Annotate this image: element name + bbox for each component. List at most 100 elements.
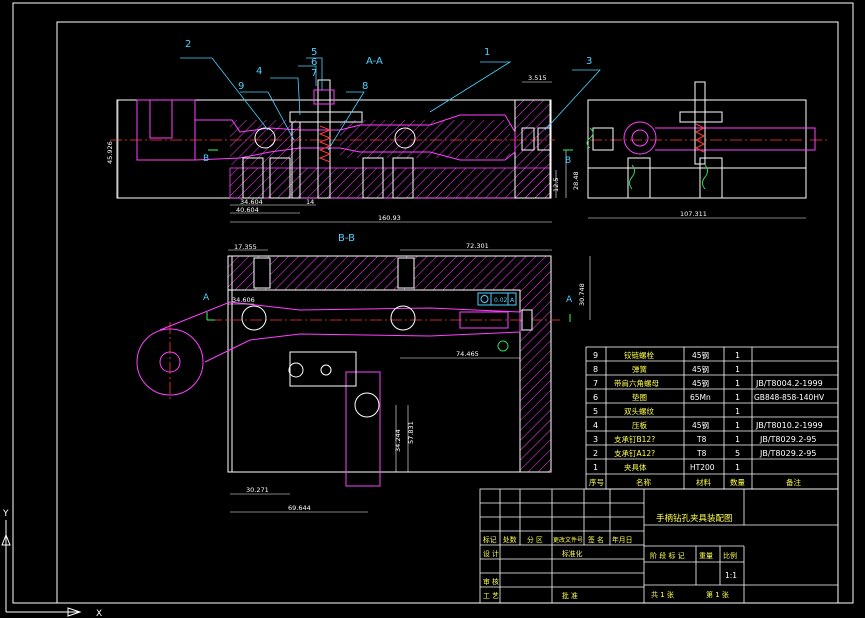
- svg-text:9: 9: [593, 351, 598, 360]
- right-block-hatch: [514, 99, 551, 199]
- svg-text:压板: 压板: [632, 420, 647, 430]
- bb-hole-1: [241, 305, 267, 331]
- section-aa-view: [110, 79, 555, 199]
- tb-ratio: 1:1: [725, 571, 737, 580]
- tb-check: 审 核: [483, 577, 499, 586]
- svg-text:45钢: 45钢: [692, 420, 709, 430]
- balloon-2: 2: [185, 39, 191, 50]
- balloon-1: 1: [484, 47, 490, 58]
- dim-40-604: 40.604: [236, 206, 259, 214]
- svg-text:6: 6: [593, 393, 598, 402]
- section-bb-view: [136, 255, 560, 487]
- balloon-9: 9: [238, 81, 244, 92]
- svg-text:备注: 备注: [786, 477, 801, 487]
- svg-text:JB/T8029.2-95: JB/T8029.2-95: [759, 449, 817, 458]
- svg-text:垫圈: 垫圈: [632, 392, 647, 402]
- cad-canvas[interactable]: 45.926 3.515 34.604 40.604 14 12.5 28.48…: [0, 0, 865, 618]
- svg-text:1: 1: [593, 463, 598, 472]
- dim-74-465: 74.465: [456, 350, 479, 358]
- bom-rows: 9 铰链螺栓 45钢 1 8 弹簧 45钢 1 7 带肩六角螺母 45钢 1 J…: [589, 350, 825, 487]
- dim-34-244: 34.244: [394, 429, 402, 452]
- tb-standard: 标准化: [562, 549, 583, 558]
- cut-a-right: A: [566, 295, 573, 305]
- tb-weight: 重量: [699, 552, 713, 560]
- bom-row: 3 支承钉B12? T8 1 JB/T8029.2-95: [593, 434, 817, 444]
- ucs-icon: [1, 520, 82, 617]
- side-view: [586, 81, 830, 199]
- balloon-8: 8: [362, 81, 368, 92]
- svg-text:65Mn: 65Mn: [690, 393, 711, 402]
- svg-text:带肩六角螺母: 带肩六角螺母: [614, 378, 659, 388]
- label-section-bb: B-B: [338, 233, 355, 244]
- dim-14: 14: [306, 198, 314, 206]
- svg-text:名称: 名称: [636, 477, 651, 487]
- cut-b-left: B: [203, 154, 209, 164]
- balloon-3: 3: [586, 56, 592, 67]
- bom-row: 2 支承钉A12? T8 5 JB/T8029.2-95: [593, 448, 817, 458]
- svg-text:JB/T8004.2-1999: JB/T8004.2-1999: [755, 379, 823, 388]
- bom-row: 7 带肩六角螺母 45钢 1 JB/T8004.2-1999: [593, 378, 823, 388]
- svg-text:数量: 数量: [730, 477, 745, 487]
- tb-mark: 标记: [483, 535, 497, 544]
- dim-57-831: 57.831: [407, 421, 415, 444]
- bb-hole-2: [390, 305, 416, 331]
- svg-text:45钢: 45钢: [692, 350, 709, 360]
- tb-docno: 更改文件号: [553, 536, 583, 544]
- svg-text:弹簧: 弹簧: [632, 364, 647, 374]
- svg-text:夹具体: 夹具体: [624, 462, 647, 472]
- dim-34-604: 34.604: [240, 198, 263, 206]
- svg-text:1: 1: [735, 407, 740, 416]
- bom-row: 9 铰链螺栓 45钢 1: [593, 350, 740, 360]
- svg-text:HT200: HT200: [690, 463, 715, 472]
- nut: [313, 89, 335, 105]
- bom-row: 8 弹簧 45钢 1: [593, 364, 740, 374]
- label-section-aa: A-A: [366, 56, 383, 67]
- gdt-datum: A: [510, 297, 515, 304]
- spring: [318, 125, 332, 163]
- bb-body: [227, 255, 552, 473]
- balloon-4: 4: [256, 66, 262, 77]
- tb-date: 年月日: [612, 535, 632, 544]
- svg-text:1: 1: [735, 351, 740, 360]
- svg-text:2: 2: [593, 449, 598, 458]
- svg-text:GB848-858-140HV: GB848-858-140HV: [754, 393, 825, 402]
- side-view-handle: [655, 127, 816, 151]
- base-hatch: [229, 167, 551, 199]
- svg-text:4: 4: [593, 421, 598, 430]
- outer-frame: [12, 2, 854, 604]
- handle-slot: [149, 99, 173, 139]
- svg-text:1: 1: [735, 393, 740, 402]
- dim-107-311: 107.311: [680, 210, 707, 218]
- dim-3-515: 3.515: [528, 74, 547, 82]
- svg-text:7: 7: [593, 379, 598, 388]
- svg-text:1: 1: [735, 365, 740, 374]
- svg-text:材料: 材料: [696, 477, 711, 487]
- tb-sign: 签 名: [588, 535, 604, 544]
- dim-45-926: 45.926: [106, 141, 114, 164]
- svg-text:T8: T8: [696, 449, 707, 458]
- svg-text:1: 1: [735, 463, 740, 472]
- bom-header-row: 序号 名称 材料 数量 备注: [589, 477, 801, 487]
- svg-text:1: 1: [735, 435, 740, 444]
- dim-160-93: 160.93: [378, 214, 401, 222]
- bom-row: 1 夹具体 HT200 1: [593, 462, 740, 472]
- svg-text:JB/T8010.2-1999: JB/T8010.2-1999: [755, 421, 823, 430]
- balloon-7: 7: [311, 68, 317, 79]
- bb-hole-3: [354, 392, 380, 418]
- ucs-y-label: Y: [2, 509, 9, 519]
- bom-row: 5 双头螺纹 1: [593, 406, 740, 416]
- cut-a-left: A: [203, 293, 210, 303]
- bom-row: 4 压板 45钢 1 JB/T8010.2-1999: [593, 420, 823, 430]
- dim-69-644: 69.644: [288, 504, 311, 512]
- bom-row: 6 垫圈 65Mn 1 GB848-858-140HV: [593, 392, 825, 402]
- bb-clamp-ring: [288, 362, 304, 378]
- dim-30-271: 30.271: [246, 486, 269, 494]
- dim-17-355: 17.355: [234, 243, 257, 251]
- datum-symbol: [497, 340, 509, 352]
- svg-text:支承钉B12?: 支承钉B12?: [614, 434, 655, 444]
- svg-text:双头螺纹: 双头螺纹: [624, 406, 654, 416]
- cut-b-right: B: [565, 156, 571, 166]
- svg-text:45钢: 45钢: [692, 378, 709, 388]
- dim-12-5: 12.5: [552, 178, 560, 192]
- drawing-title: 手柄钻孔夹具装配图: [656, 513, 733, 524]
